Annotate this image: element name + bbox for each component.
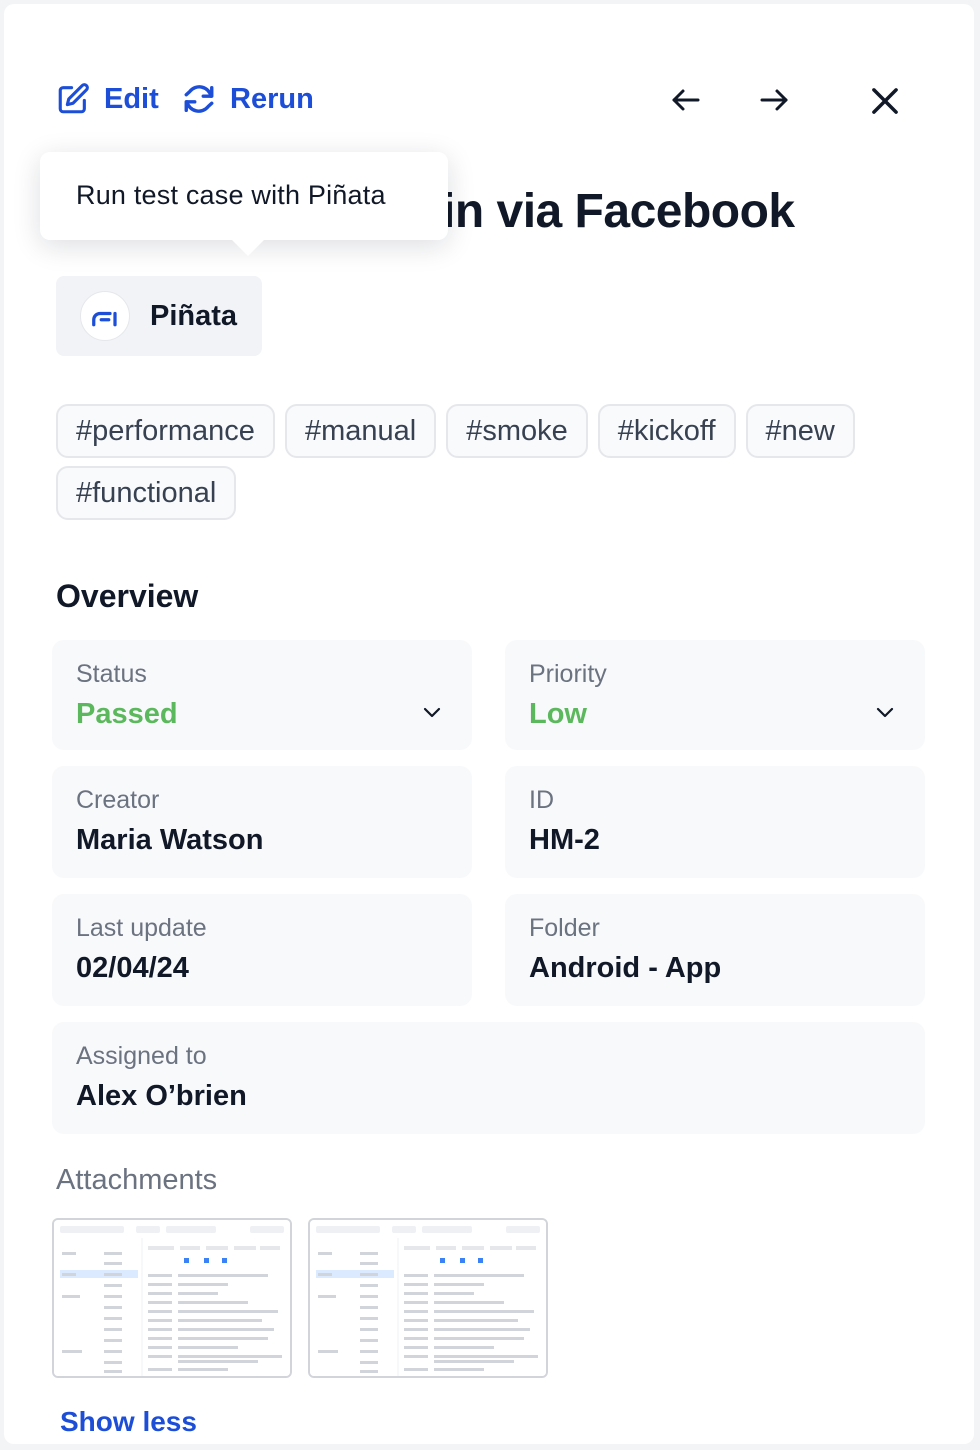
attachment-thumbnail[interactable] [52, 1218, 292, 1378]
arrow-left-icon[interactable] [668, 82, 704, 123]
screenshot-preview-image [54, 1220, 290, 1376]
creator-card: Creator Maria Watson [52, 766, 472, 878]
tag-chip[interactable]: #manual [284, 404, 437, 458]
tag-chip[interactable]: #new [745, 404, 855, 458]
folder-value: Android - App [529, 952, 722, 984]
id-label: ID [529, 786, 554, 814]
test-case-detail-panel: Edit Rerun in via Facebook Run test case… [4, 4, 974, 1444]
tag-chip[interactable]: #performance [56, 404, 275, 458]
assigned-to-value: Alex O’brien [76, 1080, 247, 1112]
id-card: ID HM-2 [505, 766, 925, 878]
close-icon[interactable] [866, 82, 904, 125]
last-update-value: 02/04/24 [76, 952, 189, 984]
tag-chip[interactable]: #functional [56, 466, 237, 520]
assigned-to-card: Assigned to Alex O’brien [52, 1022, 925, 1134]
folder-card: Folder Android - App [505, 894, 925, 1006]
tooltip-text: Run test case with Piñata [76, 180, 386, 210]
edit-label: Edit [104, 82, 159, 115]
attachments-heading: Attachments [56, 1164, 218, 1196]
page-title-text: in via Facebook [442, 185, 795, 238]
overview-heading: Overview [56, 578, 199, 614]
edit-icon [56, 82, 90, 116]
tool-name: Piñata [150, 299, 238, 332]
screenshot-preview-image [310, 1220, 546, 1376]
edit-button[interactable]: Edit [56, 82, 159, 116]
id-value: HM-2 [529, 824, 600, 856]
refresh-icon [182, 82, 216, 116]
attachment-thumbnail[interactable] [308, 1218, 548, 1378]
tooltip: Run test case with Piñata [40, 152, 448, 256]
show-less-link[interactable]: Show less [60, 1406, 197, 1438]
creator-value: Maria Watson [76, 824, 264, 856]
priority-label: Priority [529, 660, 607, 688]
priority-value: Low [529, 698, 587, 730]
chevron-down-icon[interactable] [873, 700, 897, 729]
last-update-label: Last update [76, 914, 207, 942]
status-value: Passed [76, 698, 178, 730]
assigned-to-label: Assigned to [76, 1042, 207, 1070]
tag-chip[interactable]: #kickoff [597, 404, 736, 458]
rerun-button[interactable]: Rerun [182, 82, 314, 116]
run-with-tool-button[interactable]: Piñata [56, 276, 262, 356]
last-update-card: Last update 02/04/24 [52, 894, 472, 1006]
status-dropdown[interactable]: Status Passed [52, 640, 472, 750]
folder-label: Folder [529, 914, 600, 942]
priority-dropdown[interactable]: Priority Low [505, 640, 925, 750]
tag-chip[interactable]: #smoke [446, 404, 588, 458]
rerun-label: Rerun [230, 82, 314, 115]
pinata-logo-icon [80, 291, 130, 341]
chevron-down-icon[interactable] [420, 700, 444, 729]
status-label: Status [76, 660, 147, 688]
arrow-right-icon[interactable] [756, 82, 792, 123]
creator-label: Creator [76, 786, 160, 814]
tooltip-arrow [230, 238, 266, 256]
tag-list: #performance #manual #smoke #kickoff #ne… [56, 404, 926, 520]
